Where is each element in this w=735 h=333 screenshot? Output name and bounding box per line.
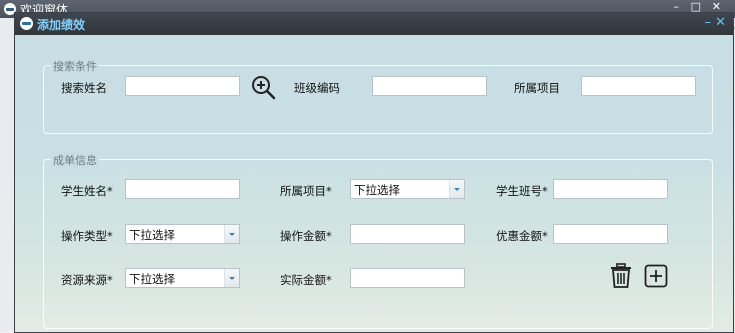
operation-type-label: 操作类型* [61, 229, 113, 243]
class-no-input[interactable] [553, 179, 668, 199]
chevron-down-icon[interactable] [224, 269, 239, 287]
trash-icon[interactable] [610, 263, 632, 289]
order-project-select-value: 下拉选择 [354, 183, 400, 197]
dialog-logo-icon [20, 17, 33, 30]
dialog-titlebar[interactable]: 添加绩效 – ✕ [15, 13, 733, 35]
operation-amount-input[interactable] [350, 224, 465, 244]
resource-source-label: 资源来源* [61, 273, 113, 287]
search-project-label: 所属项目 [514, 81, 560, 95]
class-code-label: 班级编码 [294, 81, 340, 95]
student-name-input[interactable] [125, 179, 240, 199]
order-project-select[interactable]: 下拉选择 [350, 179, 465, 199]
actual-amount-label: 实际金额* [280, 273, 332, 287]
resource-source-select[interactable]: 下拉选择 [125, 268, 240, 288]
actual-amount-input[interactable] [350, 268, 465, 288]
add-performance-dialog: 添加绩效 – ✕ 搜索条件 搜索姓名 班级编码 所属项目 成单信息 学生姓名* … [14, 12, 734, 333]
discount-amount-input[interactable] [553, 224, 668, 244]
search-project-input[interactable] [581, 76, 696, 96]
order-project-label: 所属项目* [280, 184, 332, 198]
operation-type-select[interactable]: 下拉选择 [125, 224, 240, 244]
dialog-close-button[interactable]: ✕ [715, 15, 726, 31]
search-zoom-in-icon[interactable] [250, 74, 276, 100]
plus-square-icon[interactable] [644, 264, 668, 288]
resource-source-select-value: 下拉选择 [129, 272, 175, 286]
search-name-input[interactable] [125, 76, 240, 96]
search-group-label: 搜索条件 [51, 58, 99, 74]
search-name-label: 搜索姓名 [61, 81, 107, 95]
dialog-title: 添加绩效 [37, 18, 86, 32]
chevron-down-icon[interactable] [224, 225, 239, 243]
discount-amount-label: 优惠金额* [496, 229, 548, 243]
class-no-label: 学生班号* [496, 184, 548, 198]
operation-type-select-value: 下拉选择 [129, 228, 175, 242]
student-name-label: 学生姓名* [61, 184, 113, 198]
chevron-down-icon[interactable] [449, 180, 464, 198]
order-group-label: 成单信息 [51, 152, 99, 168]
dialog-minimize-button[interactable]: – [705, 15, 712, 31]
operation-amount-label: 操作金额* [280, 229, 332, 243]
class-code-input[interactable] [372, 76, 487, 96]
